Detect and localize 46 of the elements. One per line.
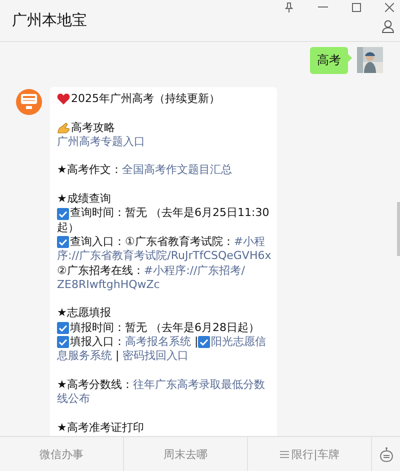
message-link[interactable]: 密码找回入口 — [122, 349, 189, 364]
message-text: ★成绩查询 — [57, 192, 111, 206]
message-link[interactable]: 高考报名系统 — [125, 335, 191, 350]
message-text: ★志愿填报 — [57, 306, 111, 321]
message-link[interactable]: 序://广东省教育考试院/RuJrTfCSQeGVH6x — [57, 249, 272, 264]
message-link[interactable]: 线公布 — [57, 392, 90, 407]
message-text: ②广东招考在线： — [57, 264, 144, 278]
message-text: 查询时间：暂无 （去年是6月25日11:30 — [70, 206, 270, 221]
checkbox-icon — [57, 208, 69, 220]
close-icon[interactable] — [385, 2, 394, 12]
message-text: 填报时间：暂无 （去年是6月28日起） — [70, 320, 260, 336]
message-link[interactable]: 广州高考专题入口 — [57, 134, 145, 150]
message-text: ★高考分数线： — [57, 378, 133, 392]
message-link[interactable]: 全国高考作文题目汇总 — [122, 163, 232, 178]
robot-icon[interactable] — [380, 446, 392, 462]
message-text: | — [193, 335, 198, 350]
maximize-icon[interactable] — [352, 2, 361, 12]
minimize-icon[interactable] — [318, 6, 328, 8]
checkbox-icon — [57, 236, 69, 248]
writing-hand-icon — [57, 122, 70, 134]
message-link[interactable]: ZE8RIwftghHQwZc — [57, 278, 160, 292]
message-text: ★高考准考证打印 — [57, 420, 144, 436]
message-text: ★高考作文： — [57, 163, 122, 178]
message-link[interactable]: 息服务系统 — [57, 349, 112, 364]
message-text: | — [114, 349, 120, 364]
heart-icon — [57, 93, 70, 106]
person-icon[interactable] — [382, 20, 394, 33]
pin-icon[interactable] — [284, 2, 294, 12]
menu-button[interactable]: 限行|车牌 — [248, 437, 372, 471]
message-text: 查询入口：①广东省教育考试院： — [70, 234, 234, 250]
message-text: 2025年广州高考（持续更新） — [71, 92, 220, 106]
window-title: 广州本地宝 — [12, 11, 87, 30]
message-link[interactable]: #小程 — [234, 234, 266, 250]
menu-button[interactable]: 微信办事 — [0, 437, 124, 471]
message-link[interactable]: 阳光志愿信 — [211, 335, 266, 350]
message-text: 高考攻略 — [71, 120, 115, 135]
menu-icon — [280, 450, 289, 458]
checkbox-icon — [57, 322, 69, 334]
checkbox-icon — [57, 336, 69, 348]
message-text: 起） — [57, 220, 79, 235]
message-link[interactable]: 往年广东高考录取最低分数 — [132, 378, 265, 392]
checkbox-icon — [198, 336, 210, 348]
message-text: 填报入口： — [70, 335, 125, 350]
logo-icon — [16, 89, 42, 115]
message-link[interactable]: #小程序://广东招考/ — [144, 264, 245, 278]
menu-button[interactable]: 周末去哪 — [124, 437, 248, 471]
